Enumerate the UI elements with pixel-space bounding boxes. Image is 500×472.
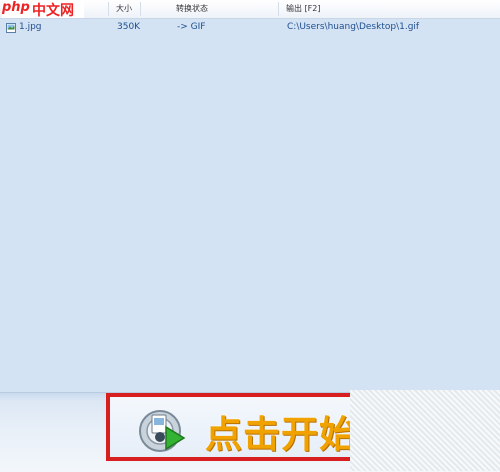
image-file-icon — [6, 23, 16, 33]
background-texture — [350, 390, 500, 471]
start-button-label: 点击开始 — [205, 413, 357, 456]
convert-start-icon — [139, 410, 186, 452]
file-status: -> GIF — [177, 22, 206, 32]
file-output-path: C:\Users\huang\Desktop\1.gif — [287, 22, 420, 32]
column-header-output[interactable]: 输出 [F2] — [286, 3, 320, 14]
column-separator[interactable] — [278, 2, 279, 16]
column-header-status[interactable]: 转换状态 — [176, 3, 208, 14]
converter-window: php 中文网 大小 转换状态 输出 [F2] 1.jpg 350K -> GI… — [0, 0, 500, 472]
site-logo: php 中文网 — [2, 0, 84, 19]
file-name: 1.jpg — [19, 22, 42, 32]
column-separator[interactable] — [108, 2, 109, 16]
column-separator[interactable] — [140, 2, 141, 16]
file-row[interactable]: 1.jpg 350K -> GIF C:\Users\huang\Desktop… — [0, 20, 500, 35]
file-list[interactable]: 1.jpg 350K -> GIF C:\Users\huang\Desktop… — [0, 19, 500, 392]
column-header-size[interactable]: 大小 — [116, 3, 132, 14]
logo-text-cn: 中文网 — [32, 3, 74, 19]
logo-text-en: php — [2, 0, 30, 15]
start-conversion-button[interactable]: 点击开始 — [106, 393, 366, 461]
file-list-header: php 中文网 大小 转换状态 输出 [F2] — [0, 0, 500, 19]
file-size: 350K — [117, 22, 141, 32]
